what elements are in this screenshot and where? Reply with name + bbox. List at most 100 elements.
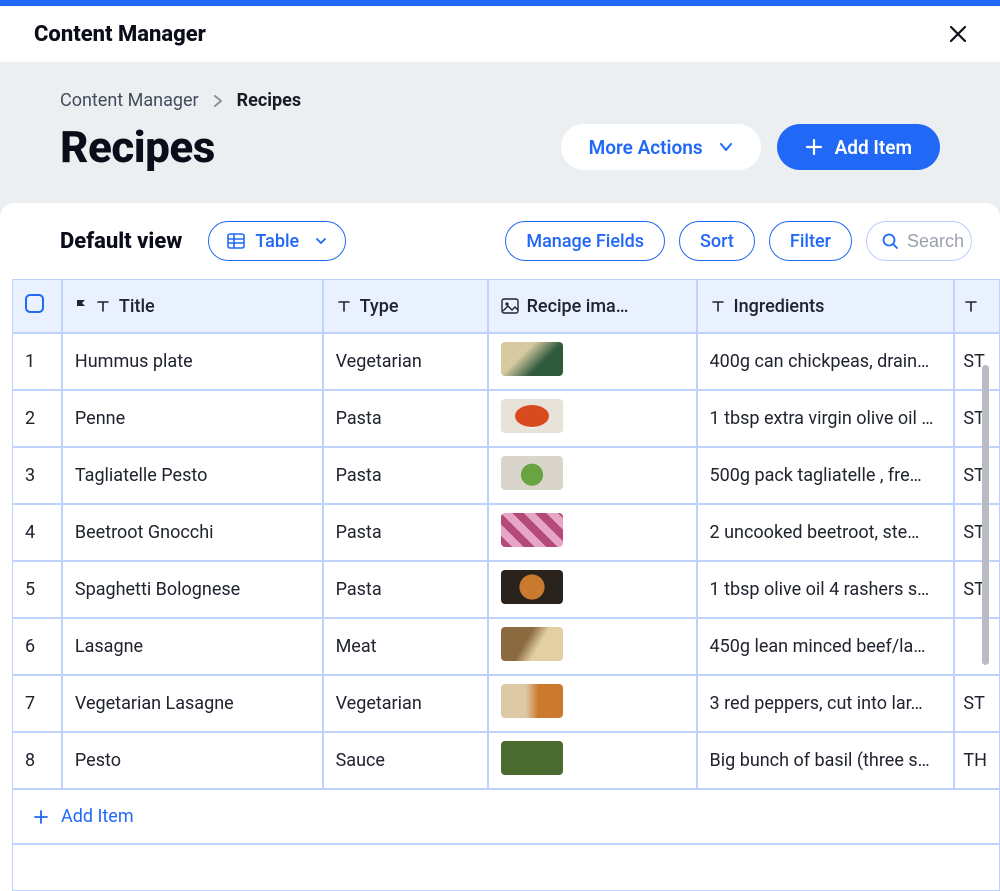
- row-number: 7: [12, 675, 62, 732]
- cell-extra[interactable]: ST: [954, 675, 1000, 732]
- row-number: 2: [12, 390, 62, 447]
- cell-ingredients[interactable]: 1 tbsp olive oil 4 rashers s…: [697, 561, 955, 618]
- table-row[interactable]: 2PennePasta 1 tbsp extra virgin olive oil…: [12, 390, 1000, 447]
- column-extra[interactable]: [954, 279, 1000, 333]
- appbar: Content Manager: [0, 6, 1000, 62]
- cell-image[interactable]: [488, 732, 697, 789]
- table-row[interactable]: 8PestoSauceBig bunch of basil (three s…T…: [12, 732, 1000, 789]
- row-number: 3: [12, 447, 62, 504]
- column-ingredients[interactable]: Ingredients: [697, 279, 955, 333]
- thumbnail: [501, 513, 563, 547]
- chevron-right-icon: [213, 94, 223, 108]
- add-item-label: Add Item: [835, 136, 912, 159]
- text-icon: [336, 299, 352, 313]
- column-type[interactable]: Type: [323, 279, 488, 333]
- select-all-header[interactable]: [12, 279, 62, 333]
- cell-type[interactable]: Pasta: [323, 447, 488, 504]
- cell-type[interactable]: Vegetarian: [323, 675, 488, 732]
- cell-extra[interactable]: ST: [954, 390, 1000, 447]
- cell-title[interactable]: Vegetarian Lasagne: [62, 675, 323, 732]
- thumbnail: [501, 684, 563, 718]
- cell-image[interactable]: [488, 618, 697, 675]
- cell-image[interactable]: [488, 504, 697, 561]
- thumbnail: [501, 456, 563, 490]
- manage-fields-button[interactable]: Manage Fields: [505, 221, 665, 261]
- search-field[interactable]: [866, 221, 972, 261]
- table-row[interactable]: 5Spaghetti BolognesePasta1 tbsp olive oi…: [12, 561, 1000, 618]
- table-row[interactable]: 7Vegetarian LasagneVegetarian 3 red peppe…: [12, 675, 1000, 732]
- filter-button[interactable]: Filter: [769, 221, 852, 261]
- thumbnail: [501, 741, 563, 775]
- cell-ingredients[interactable]: 500g pack tagliatelle , fre…: [697, 447, 955, 504]
- text-icon: [963, 299, 979, 313]
- cell-ingredients[interactable]: 1 tbsp extra virgin olive oil …: [697, 390, 955, 447]
- cell-type[interactable]: Sauce: [323, 732, 488, 789]
- plus-icon: [33, 809, 49, 825]
- view-mode-select[interactable]: Table: [208, 221, 346, 261]
- cell-extra[interactable]: [954, 618, 1000, 675]
- cell-ingredients[interactable]: 400g can chickpeas, drain…: [697, 333, 955, 390]
- table-controls: Manage Fields Sort Filter: [505, 221, 972, 261]
- breadcrumb-root[interactable]: Content Manager: [60, 90, 199, 111]
- table-row[interactable]: 3Tagliatelle PestoPasta 500g pack tagliat…: [12, 447, 1000, 504]
- image-icon: [501, 298, 519, 314]
- table-row[interactable]: 1Hummus plateVegetarian 400g can chickpea…: [12, 333, 1000, 390]
- cell-type[interactable]: Pasta: [323, 561, 488, 618]
- cell-image[interactable]: [488, 333, 697, 390]
- cell-extra[interactable]: ST: [954, 333, 1000, 390]
- cell-type[interactable]: Pasta: [323, 504, 488, 561]
- table-icon: [227, 233, 245, 249]
- table-row[interactable]: 6LasagneMeat450g lean minced beef/la…: [12, 618, 1000, 675]
- cell-type[interactable]: Meat: [323, 618, 488, 675]
- add-item-row[interactable]: Add Item: [12, 789, 1000, 844]
- cell-extra[interactable]: ST: [954, 504, 1000, 561]
- sort-button[interactable]: Sort: [679, 221, 755, 261]
- cell-extra[interactable]: ST: [954, 447, 1000, 504]
- cell-image[interactable]: [488, 447, 697, 504]
- cell-ingredients[interactable]: 2 uncooked beetroot, ste…: [697, 504, 955, 561]
- scrollbar-thumb[interactable]: [982, 365, 989, 665]
- cell-title[interactable]: Penne: [62, 390, 323, 447]
- view-row: Default view Table Manage Fields Sort Fi…: [0, 203, 1000, 279]
- cell-type[interactable]: Pasta: [323, 390, 488, 447]
- cell-title[interactable]: Lasagne: [62, 618, 323, 675]
- chevron-down-icon: [315, 237, 327, 245]
- row-number: 1: [12, 333, 62, 390]
- column-image[interactable]: Recipe ima…: [488, 279, 697, 333]
- cell-title[interactable]: Hummus plate: [62, 333, 323, 390]
- cell-image[interactable]: [488, 390, 697, 447]
- view-mode-label: Table: [255, 231, 299, 252]
- data-table: Title Type Recipe ima…: [12, 279, 1000, 891]
- cell-title[interactable]: Beetroot Gnocchi: [62, 504, 323, 561]
- text-icon: [710, 299, 726, 313]
- cell-ingredients[interactable]: 450g lean minced beef/la…: [697, 618, 955, 675]
- view-name[interactable]: Default view: [60, 229, 182, 254]
- column-title[interactable]: Title: [62, 279, 323, 333]
- title-actions: More Actions Add Item: [561, 124, 940, 170]
- close-icon: [948, 24, 968, 44]
- close-button[interactable]: [944, 20, 972, 48]
- cell-title[interactable]: Tagliatelle Pesto: [62, 447, 323, 504]
- cell-ingredients[interactable]: 3 red peppers, cut into lar…: [697, 675, 955, 732]
- cell-ingredients[interactable]: Big bunch of basil (three s…: [697, 732, 955, 789]
- breadcrumb-current: Recipes: [237, 90, 302, 111]
- add-item-footer-label: Add Item: [61, 806, 134, 827]
- cell-type[interactable]: Vegetarian: [323, 333, 488, 390]
- table-row: [12, 844, 1000, 891]
- table-header-row: Title Type Recipe ima…: [12, 279, 1000, 333]
- thumbnail: [501, 342, 563, 376]
- more-actions-button[interactable]: More Actions: [561, 124, 761, 170]
- cell-extra[interactable]: ST: [954, 561, 1000, 618]
- header-area: Content Manager Recipes Recipes More Act…: [0, 62, 1000, 221]
- add-item-button[interactable]: Add Item: [777, 124, 940, 170]
- cell-image[interactable]: [488, 675, 697, 732]
- cell-title[interactable]: Pesto: [62, 732, 323, 789]
- cell-title[interactable]: Spaghetti Bolognese: [62, 561, 323, 618]
- thumbnail: [501, 570, 563, 604]
- cell-image[interactable]: [488, 561, 697, 618]
- search-input[interactable]: [907, 231, 967, 252]
- checkbox-icon: [25, 294, 44, 313]
- row-number: 4: [12, 504, 62, 561]
- cell-extra[interactable]: TH: [954, 732, 1000, 789]
- table-row[interactable]: 4Beetroot GnocchiPasta 2 uncooked beetroo…: [12, 504, 1000, 561]
